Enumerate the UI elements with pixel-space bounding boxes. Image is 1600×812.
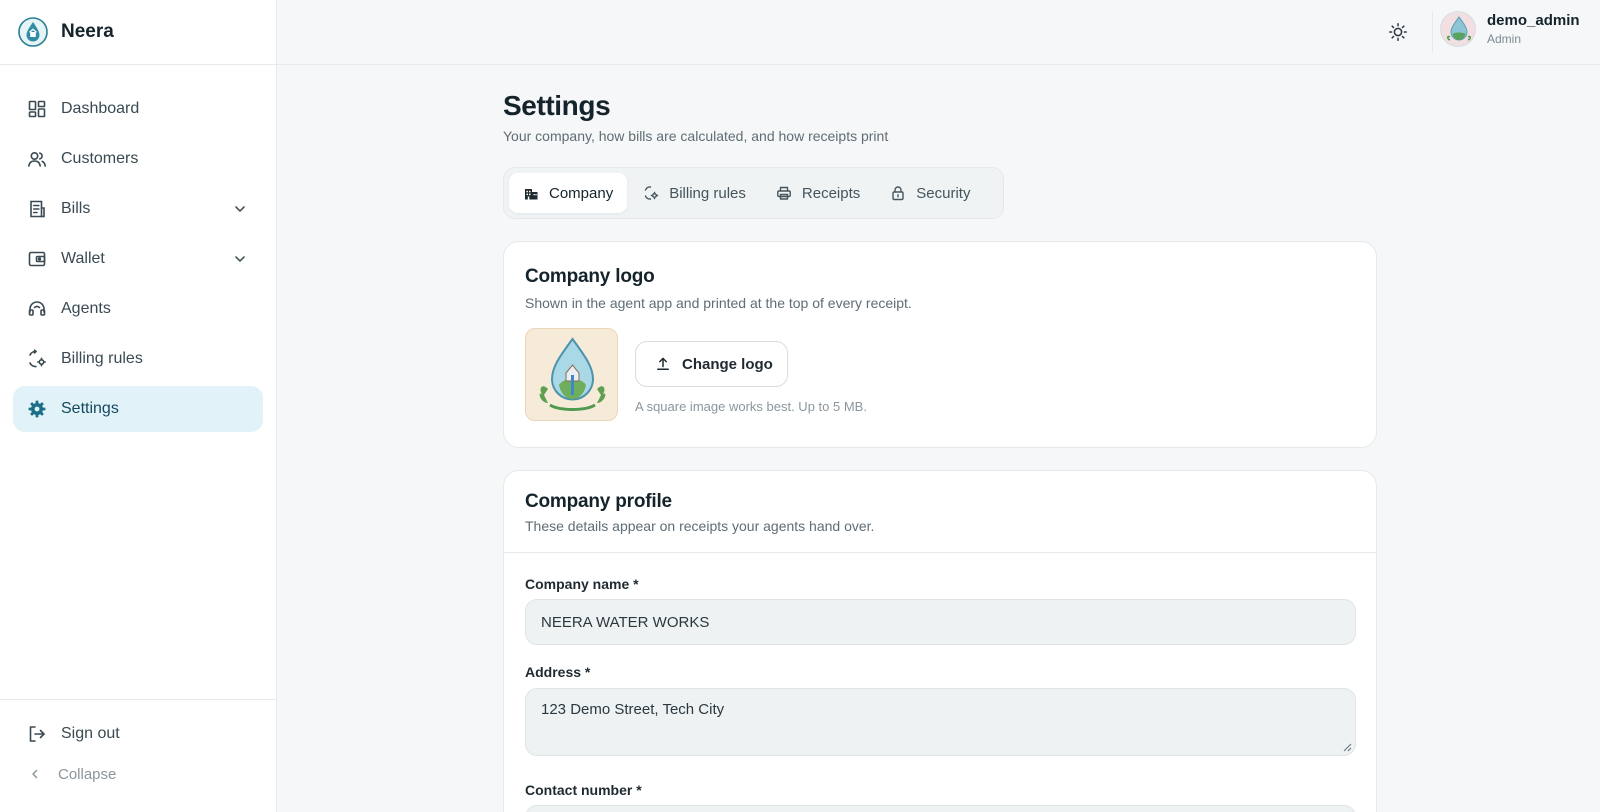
company-logo-card: Company logo Shown in the agent app and … [503, 241, 1377, 448]
user-name: demo_admin [1487, 12, 1580, 29]
collapse-sidebar-button[interactable]: Collapse [13, 756, 263, 792]
sidebar-item-bills[interactable]: Bills [13, 186, 263, 232]
tab-label: Company [549, 184, 614, 202]
settings-tabs: Company Billing rules Receipts Security [503, 167, 1004, 219]
company-name-input[interactable] [525, 599, 1356, 645]
card-description: Shown in the agent app and printed at th… [525, 295, 912, 311]
sidebar-item-label: Wallet [61, 250, 105, 267]
user-menu[interactable]: demo_admin Admin [1440, 11, 1580, 47]
tab-company[interactable]: Company [509, 173, 628, 213]
sun-icon [1389, 23, 1407, 41]
headset-icon [27, 299, 47, 319]
water-drop-logo-icon [18, 17, 48, 47]
sidebar-item-label: Dashboard [61, 100, 140, 117]
sidebar-item-dashboard[interactable]: Dashboard [13, 86, 263, 132]
topbar-divider [1432, 12, 1433, 52]
address-input[interactable]: 123 Demo Street, Tech City [525, 688, 1356, 756]
card-divider [504, 552, 1376, 553]
company-profile-card: Company profile These details appear on … [503, 470, 1377, 812]
page-subtitle: Your company, how bills are calculated, … [503, 128, 889, 144]
chevron-down-icon[interactable] [233, 252, 247, 266]
sidebar-item-customers[interactable]: Customers [13, 136, 263, 182]
sidebar-item-label: Agents [61, 300, 111, 317]
logout-icon [29, 726, 45, 742]
gear-icon [27, 399, 47, 419]
collapse-label: Collapse [58, 765, 117, 783]
chevron-left-icon [32, 769, 38, 779]
rules-icon [643, 185, 659, 201]
building-icon [523, 185, 539, 201]
tab-receipts[interactable]: Receipts [762, 173, 874, 213]
sidebar-nav: Dashboard Customers Bills Wallet Agents … [0, 65, 276, 432]
user-info: demo_admin Admin [1487, 12, 1580, 46]
logo-hint: A square image works best. Up to 5 MB. [635, 399, 867, 414]
tab-security[interactable]: Security [876, 173, 984, 213]
sign-out-label: Sign out [61, 725, 120, 742]
dashboard-icon [27, 99, 47, 119]
sidebar-item-agents[interactable]: Agents [13, 286, 263, 332]
sidebar: Neera Dashboard Customers Bills Wallet A… [0, 0, 277, 812]
theme-toggle-button[interactable] [1384, 18, 1412, 46]
change-logo-label: Change logo [682, 355, 773, 373]
card-description: These details appear on receipts your ag… [525, 518, 875, 534]
sidebar-footer: Sign out Collapse [0, 699, 276, 792]
wallet-icon [27, 249, 47, 269]
upload-icon [657, 357, 669, 370]
chevron-down-icon[interactable] [233, 202, 247, 216]
user-role: Admin [1487, 32, 1522, 46]
sidebar-item-label: Customers [61, 150, 139, 167]
sidebar-item-wallet[interactable]: Wallet [13, 236, 263, 282]
card-title: Company profile [525, 491, 672, 512]
sidebar-item-settings[interactable]: Settings [13, 386, 263, 432]
address-label: Address * [525, 664, 591, 680]
tab-label: Security [916, 184, 971, 202]
resize-grip-icon[interactable] [1342, 742, 1352, 752]
sidebar-item-billing-rules[interactable]: Billing rules [13, 336, 263, 382]
printer-icon [776, 185, 792, 201]
users-icon [27, 149, 47, 169]
tab-billing-rules[interactable]: Billing rules [629, 173, 760, 213]
card-title: Company logo [525, 266, 655, 287]
rules-icon [27, 349, 47, 369]
contact-number-label: Contact number * [525, 782, 642, 798]
sidebar-item-label: Bills [61, 200, 91, 217]
tab-label: Billing rules [669, 184, 746, 202]
app-name: Neera [61, 21, 114, 42]
receipt-icon [27, 199, 47, 219]
tab-label: Receipts [801, 184, 861, 202]
contact-number-input[interactable] [525, 805, 1356, 812]
company-name-label: Company name * [525, 576, 639, 592]
sidebar-item-label: Billing rules [61, 350, 143, 367]
page-title: Settings [503, 90, 611, 121]
sidebar-item-label: Settings [61, 400, 119, 417]
sign-out-button[interactable]: Sign out [13, 712, 263, 756]
change-logo-button[interactable]: Change logo [635, 341, 788, 387]
avatar [1440, 11, 1476, 47]
company-logo-image [525, 328, 618, 421]
brand[interactable]: Neera [0, 0, 276, 65]
lock-icon [890, 185, 906, 201]
